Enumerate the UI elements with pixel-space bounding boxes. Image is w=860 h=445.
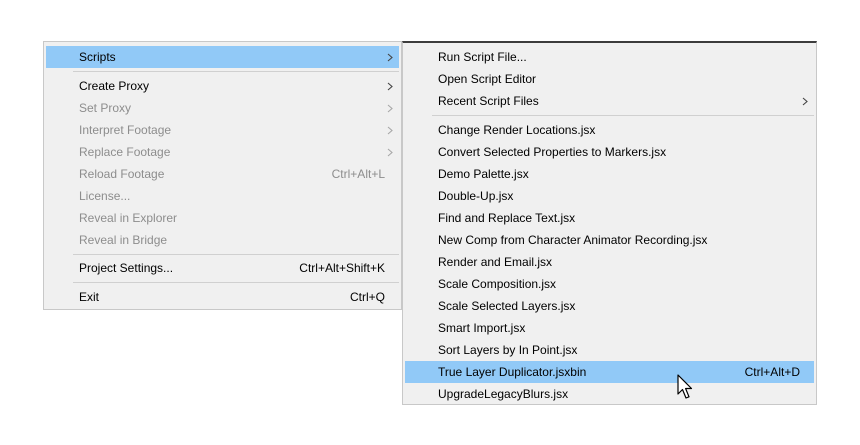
menu-item-replace-footage[interactable]: Replace Footage xyxy=(46,141,399,163)
submenu-item-script[interactable]: Demo Palette.jsx xyxy=(405,163,814,185)
menu-item-label: Scale Selected Layers.jsx xyxy=(438,299,576,313)
submenu-item-true-layer-duplicator[interactable]: True Layer Duplicator.jsxbin Ctrl+Alt+D xyxy=(405,361,814,383)
menu-item-label: Project Settings... xyxy=(79,261,174,275)
menu-item-reveal-in-explorer[interactable]: Reveal in Explorer xyxy=(46,207,399,229)
submenu-item-script[interactable]: Sort Layers by In Point.jsx xyxy=(405,339,814,361)
menu-item-license[interactable]: License... xyxy=(46,185,399,207)
menu-item-label: Set Proxy xyxy=(79,101,132,115)
menu-item-label: Double-Up.jsx xyxy=(438,189,514,203)
submenu-item-script[interactable]: Double-Up.jsx xyxy=(405,185,814,207)
menu-separator xyxy=(73,254,399,255)
file-menu: Scripts Create Proxy Set Proxy Interpret… xyxy=(43,41,402,310)
menu-item-exit[interactable]: Exit Ctrl+Q xyxy=(46,286,399,308)
chevron-right-icon xyxy=(387,75,393,97)
submenu-item-script[interactable]: Scale Selected Layers.jsx xyxy=(405,295,814,317)
chevron-right-icon xyxy=(802,90,808,112)
chevron-right-icon xyxy=(387,97,393,119)
menu-item-label: True Layer Duplicator.jsxbin xyxy=(438,365,587,379)
menu-item-label: Scale Composition.jsx xyxy=(438,277,557,291)
menu-separator xyxy=(73,282,399,283)
menu-item-label: Replace Footage xyxy=(79,145,171,159)
menu-item-label: UpgradeLegacyBlurs.jsx xyxy=(438,387,569,401)
menu-item-reveal-in-bridge[interactable]: Reveal in Bridge xyxy=(46,229,399,251)
submenu-item-script[interactable]: Convert Selected Properties to Markers.j… xyxy=(405,141,814,163)
menu-item-label: Reload Footage xyxy=(79,167,165,181)
menu-item-label: Scripts xyxy=(79,50,116,64)
submenu-item-script[interactable]: Smart Import.jsx xyxy=(405,317,814,339)
menu-item-label: Open Script Editor xyxy=(438,72,537,86)
submenu-item-script[interactable]: Find and Replace Text.jsx xyxy=(405,207,814,229)
menu-item-shortcut: Ctrl+Alt+Shift+K xyxy=(299,261,385,275)
submenu-item-run-script-file[interactable]: Run Script File... xyxy=(405,46,814,68)
submenu-item-script[interactable]: Scale Composition.jsx xyxy=(405,273,814,295)
menu-item-label: Smart Import.jsx xyxy=(438,321,526,335)
menu-item-shortcut: Ctrl+Alt+D xyxy=(744,365,800,379)
menu-item-label: Recent Script Files xyxy=(438,94,539,108)
menu-item-scripts[interactable]: Scripts xyxy=(46,46,399,68)
menu-item-label: New Comp from Character Animator Recordi… xyxy=(438,233,708,247)
menu-item-label: Find and Replace Text.jsx xyxy=(438,211,576,225)
scripts-submenu: Run Script File... Open Script Editor Re… xyxy=(402,41,817,405)
menu-item-interpret-footage[interactable]: Interpret Footage xyxy=(46,119,399,141)
chevron-right-icon xyxy=(387,46,393,68)
menu-item-label: Change Render Locations.jsx xyxy=(438,123,596,137)
menu-item-label: License... xyxy=(79,189,131,203)
menu-item-shortcut: Ctrl+Q xyxy=(349,290,385,304)
menu-item-project-settings[interactable]: Project Settings... Ctrl+Alt+Shift+K xyxy=(46,257,399,279)
menu-item-label: Sort Layers by In Point.jsx xyxy=(438,343,578,357)
menu-item-label: Demo Palette.jsx xyxy=(438,167,529,181)
submenu-item-open-script-editor[interactable]: Open Script Editor xyxy=(405,68,814,90)
menu-item-label: Exit xyxy=(79,290,100,304)
menu-separator xyxy=(432,115,814,116)
chevron-right-icon xyxy=(387,141,393,163)
menu-separator xyxy=(73,71,399,72)
submenu-item-script[interactable]: UpgradeLegacyBlurs.jsx xyxy=(405,383,814,405)
menu-item-shortcut: Ctrl+Alt+L xyxy=(331,167,385,181)
submenu-item-recent-script-files[interactable]: Recent Script Files xyxy=(405,90,814,112)
menu-item-label: Render and Email.jsx xyxy=(438,255,553,269)
submenu-item-script[interactable]: Render and Email.jsx xyxy=(405,251,814,273)
submenu-item-script[interactable]: Change Render Locations.jsx xyxy=(405,119,814,141)
menu-item-label: Run Script File... xyxy=(438,50,527,64)
mouse-pointer-icon xyxy=(677,374,693,399)
menu-item-label: Reveal in Bridge xyxy=(79,233,168,247)
menu-item-create-proxy[interactable]: Create Proxy xyxy=(46,75,399,97)
menu-item-label: Interpret Footage xyxy=(79,123,172,137)
menu-item-label: Reveal in Explorer xyxy=(79,211,178,225)
menu-item-label: Create Proxy xyxy=(79,79,150,93)
submenu-item-script[interactable]: New Comp from Character Animator Recordi… xyxy=(405,229,814,251)
menu-item-set-proxy[interactable]: Set Proxy xyxy=(46,97,399,119)
chevron-right-icon xyxy=(387,119,393,141)
menu-item-reload-footage[interactable]: Reload Footage Ctrl+Alt+L xyxy=(46,163,399,185)
menu-item-label: Convert Selected Properties to Markers.j… xyxy=(438,145,667,159)
